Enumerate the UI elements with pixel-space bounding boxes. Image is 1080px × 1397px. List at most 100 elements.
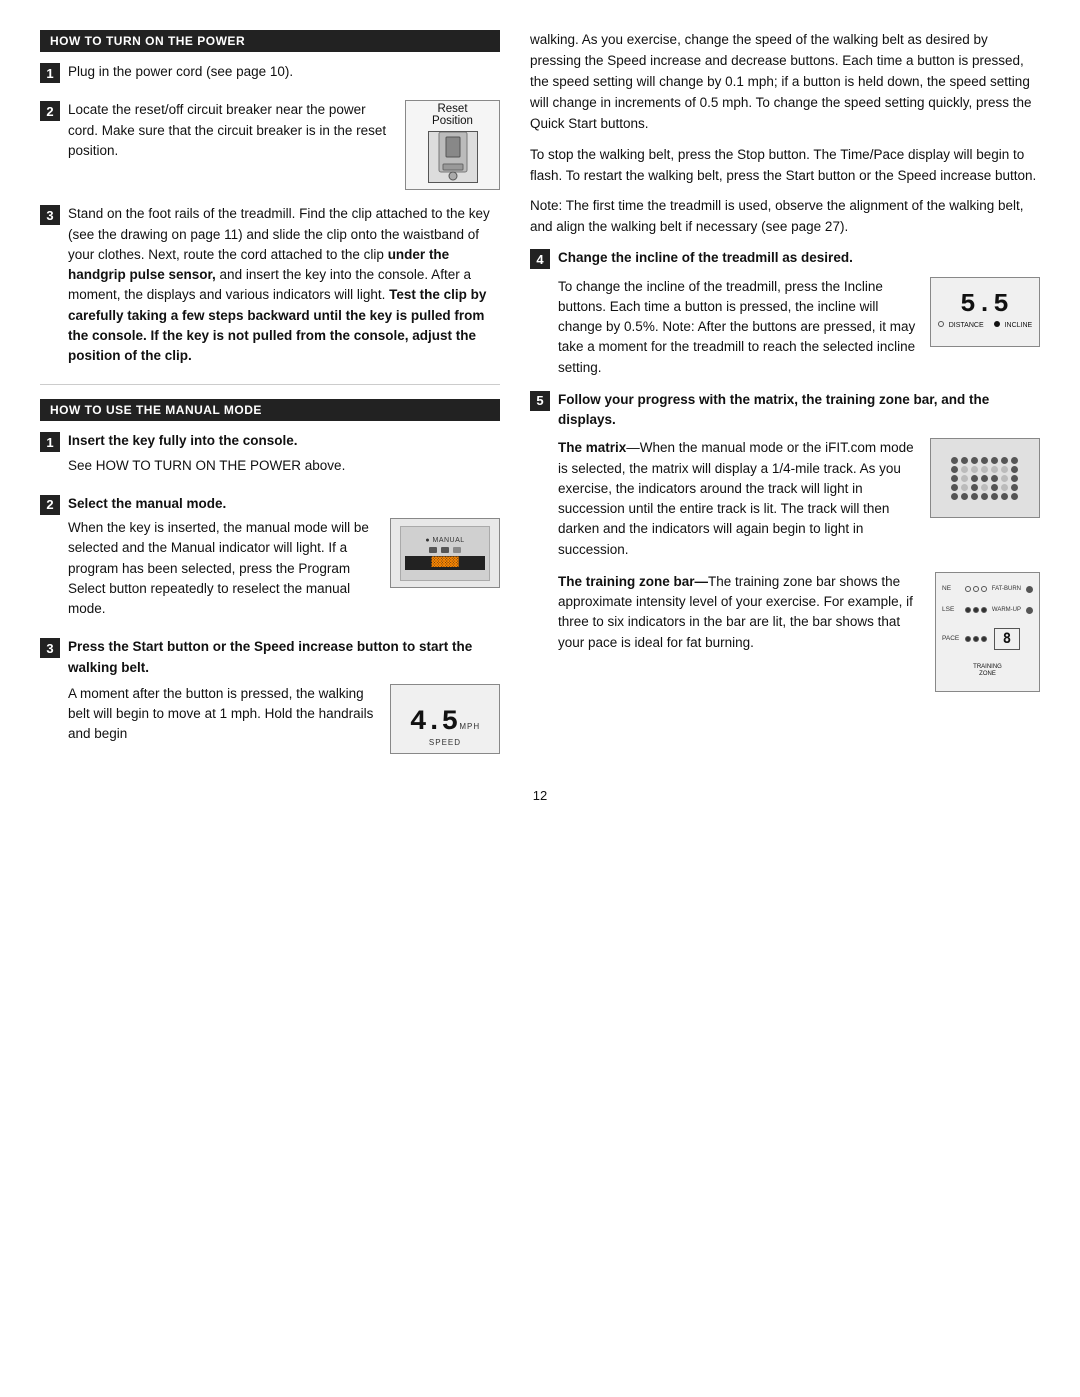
matrix-dot [961, 475, 968, 482]
lse-dot [973, 607, 979, 613]
right-step-5-bold: Follow your progress with the matrix, th… [558, 392, 989, 427]
matrix-dot [951, 466, 958, 473]
matrix-dot [961, 466, 968, 473]
right-para-1: walking. As you exercise, change the spe… [530, 30, 1040, 135]
speed-unit: MPH [459, 722, 480, 731]
pace-dot [981, 636, 987, 642]
right-step-number-4: 4 [530, 249, 550, 269]
manual-step-3: 3 Press the Start button or the Speed in… [40, 637, 500, 754]
matrix-dot [981, 493, 988, 500]
distance-label: DISTANCE [949, 322, 984, 329]
lse-dot [965, 607, 971, 613]
matrix-dot [1001, 493, 1008, 500]
matrix-grid [951, 457, 1019, 500]
step-1: 1 Plug in the power cord (see page 10). [40, 62, 500, 86]
console-manual-label: ● MANUAL [425, 537, 464, 544]
manual-step-1-text: See HOW TO TURN ON THE POWER above. [68, 456, 500, 476]
step-number-1: 1 [40, 63, 60, 83]
right-step-4-text: To change the incline of the treadmill, … [558, 277, 918, 378]
incline-dot [994, 321, 1000, 327]
matrix-dot [1011, 493, 1018, 500]
step-3-bold2: Test the clip by carefully taking a few … [68, 287, 486, 363]
incline-label-text: INCLINE [1005, 322, 1033, 329]
step-3-content: Stand on the foot rails of the treadmill… [68, 204, 500, 370]
manual-step-1: 1 Insert the key fully into the console.… [40, 431, 500, 480]
speed-label: SPEED [429, 738, 461, 747]
reset-circuit-graphic [428, 131, 478, 183]
manual-step-1-content: Insert the key fully into the console. S… [68, 431, 500, 480]
matrix-dot [951, 457, 958, 464]
distance-dot [938, 321, 944, 327]
matrix-dot [961, 457, 968, 464]
console-image: ● MANUAL ▓▓▓▓▓ [390, 518, 500, 588]
ne-dot [981, 586, 987, 592]
step-2-text: Locate the reset/off circuit breaker nea… [68, 100, 393, 165]
matrix-dot [951, 493, 958, 500]
step-2: 2 Locate the reset/off circuit breaker n… [40, 100, 500, 190]
matrix-dot [951, 475, 958, 482]
manual-step-3-bold: Press the Start button or the Speed incr… [68, 639, 472, 674]
training-lse-row: LSE WARM-UP [942, 605, 1033, 615]
ne-dot [965, 586, 971, 592]
matrix-dot [991, 466, 998, 473]
matrix-dot [991, 475, 998, 482]
matrix-dot [981, 475, 988, 482]
speed-display-image: 4.5 MPH SPEED [390, 684, 500, 754]
manual-step-2-bold: Select the manual mode. [68, 496, 226, 511]
step-3: 3 Stand on the foot rails of the treadmi… [40, 204, 500, 370]
console-inner: ● MANUAL ▓▓▓▓▓ [400, 526, 490, 581]
matrix-dot [951, 484, 958, 491]
right-step-4-bold: Change the incline of the treadmill as d… [558, 250, 853, 265]
matrix-dot [1001, 475, 1008, 482]
pace-dot [965, 636, 971, 642]
lse-label: LSE [942, 605, 962, 615]
matrix-dot [1011, 457, 1018, 464]
manual-step-number-3: 3 [40, 638, 60, 658]
manual-step-1-bold: Insert the key fully into the console. [68, 433, 298, 448]
matrix-dot [1011, 484, 1018, 491]
matrix-dot [971, 484, 978, 491]
fat-burn-label: FAT-BURN [990, 585, 1021, 594]
pace-dots [965, 636, 987, 642]
right-para-3: Note: The first time the treadmill is us… [530, 196, 1040, 238]
divider-1 [40, 384, 500, 385]
matrix-dot [961, 484, 968, 491]
ne-label: NE [942, 584, 962, 594]
matrix-dot [971, 493, 978, 500]
matrix-dot [1001, 457, 1008, 464]
pace-label: PACE [942, 634, 962, 644]
manual-step-2-text: When the key is inserted, the manual mod… [68, 518, 378, 623]
matrix-dot [981, 457, 988, 464]
matrix-dot [971, 457, 978, 464]
matrix-section: The matrix—When the manual mode or the i… [558, 438, 1040, 560]
matrix-dot [961, 493, 968, 500]
manual-step-number-2: 2 [40, 495, 60, 515]
step-number-2: 2 [40, 101, 60, 121]
reset-position-label: ResetPosition [432, 103, 473, 127]
matrix-dot [1011, 466, 1018, 473]
right-para-2: To stop the walking belt, press the Stop… [530, 145, 1040, 187]
matrix-dot [991, 493, 998, 500]
manual-step-number-1: 1 [40, 432, 60, 452]
training-ne-row: NE FAT-BURN [942, 584, 1033, 594]
matrix-dot [981, 484, 988, 491]
incline-indicators: DISTANCE INCLINE [938, 321, 1032, 332]
matrix-dot [1001, 484, 1008, 491]
manual-step-3-content: Press the Start button or the Speed incr… [68, 637, 500, 754]
manual-step-2-content: Select the manual mode. When the key is … [68, 494, 500, 624]
matrix-dot [1001, 466, 1008, 473]
section1-header: HOW TO TURN ON THE POWER [40, 30, 500, 52]
step-number-3: 3 [40, 205, 60, 225]
right-step-5-content: Follow your progress with the matrix, th… [558, 390, 1040, 692]
matrix-dot [971, 466, 978, 473]
right-column: walking. As you exercise, change the spe… [530, 30, 1040, 768]
ne-dots [965, 586, 987, 592]
page-number: 12 [40, 788, 1040, 803]
training-subtitle: The training zone bar— [558, 574, 708, 589]
training-zone-label: TRAININGZONE [973, 664, 1002, 680]
fat-burn-dot [1026, 586, 1033, 593]
matrix-dot [981, 466, 988, 473]
matrix-dot [1011, 475, 1018, 482]
step-3-bold1: under the handgrip pulse sensor, [68, 247, 449, 282]
training-zone-display: 8 [994, 628, 1020, 650]
